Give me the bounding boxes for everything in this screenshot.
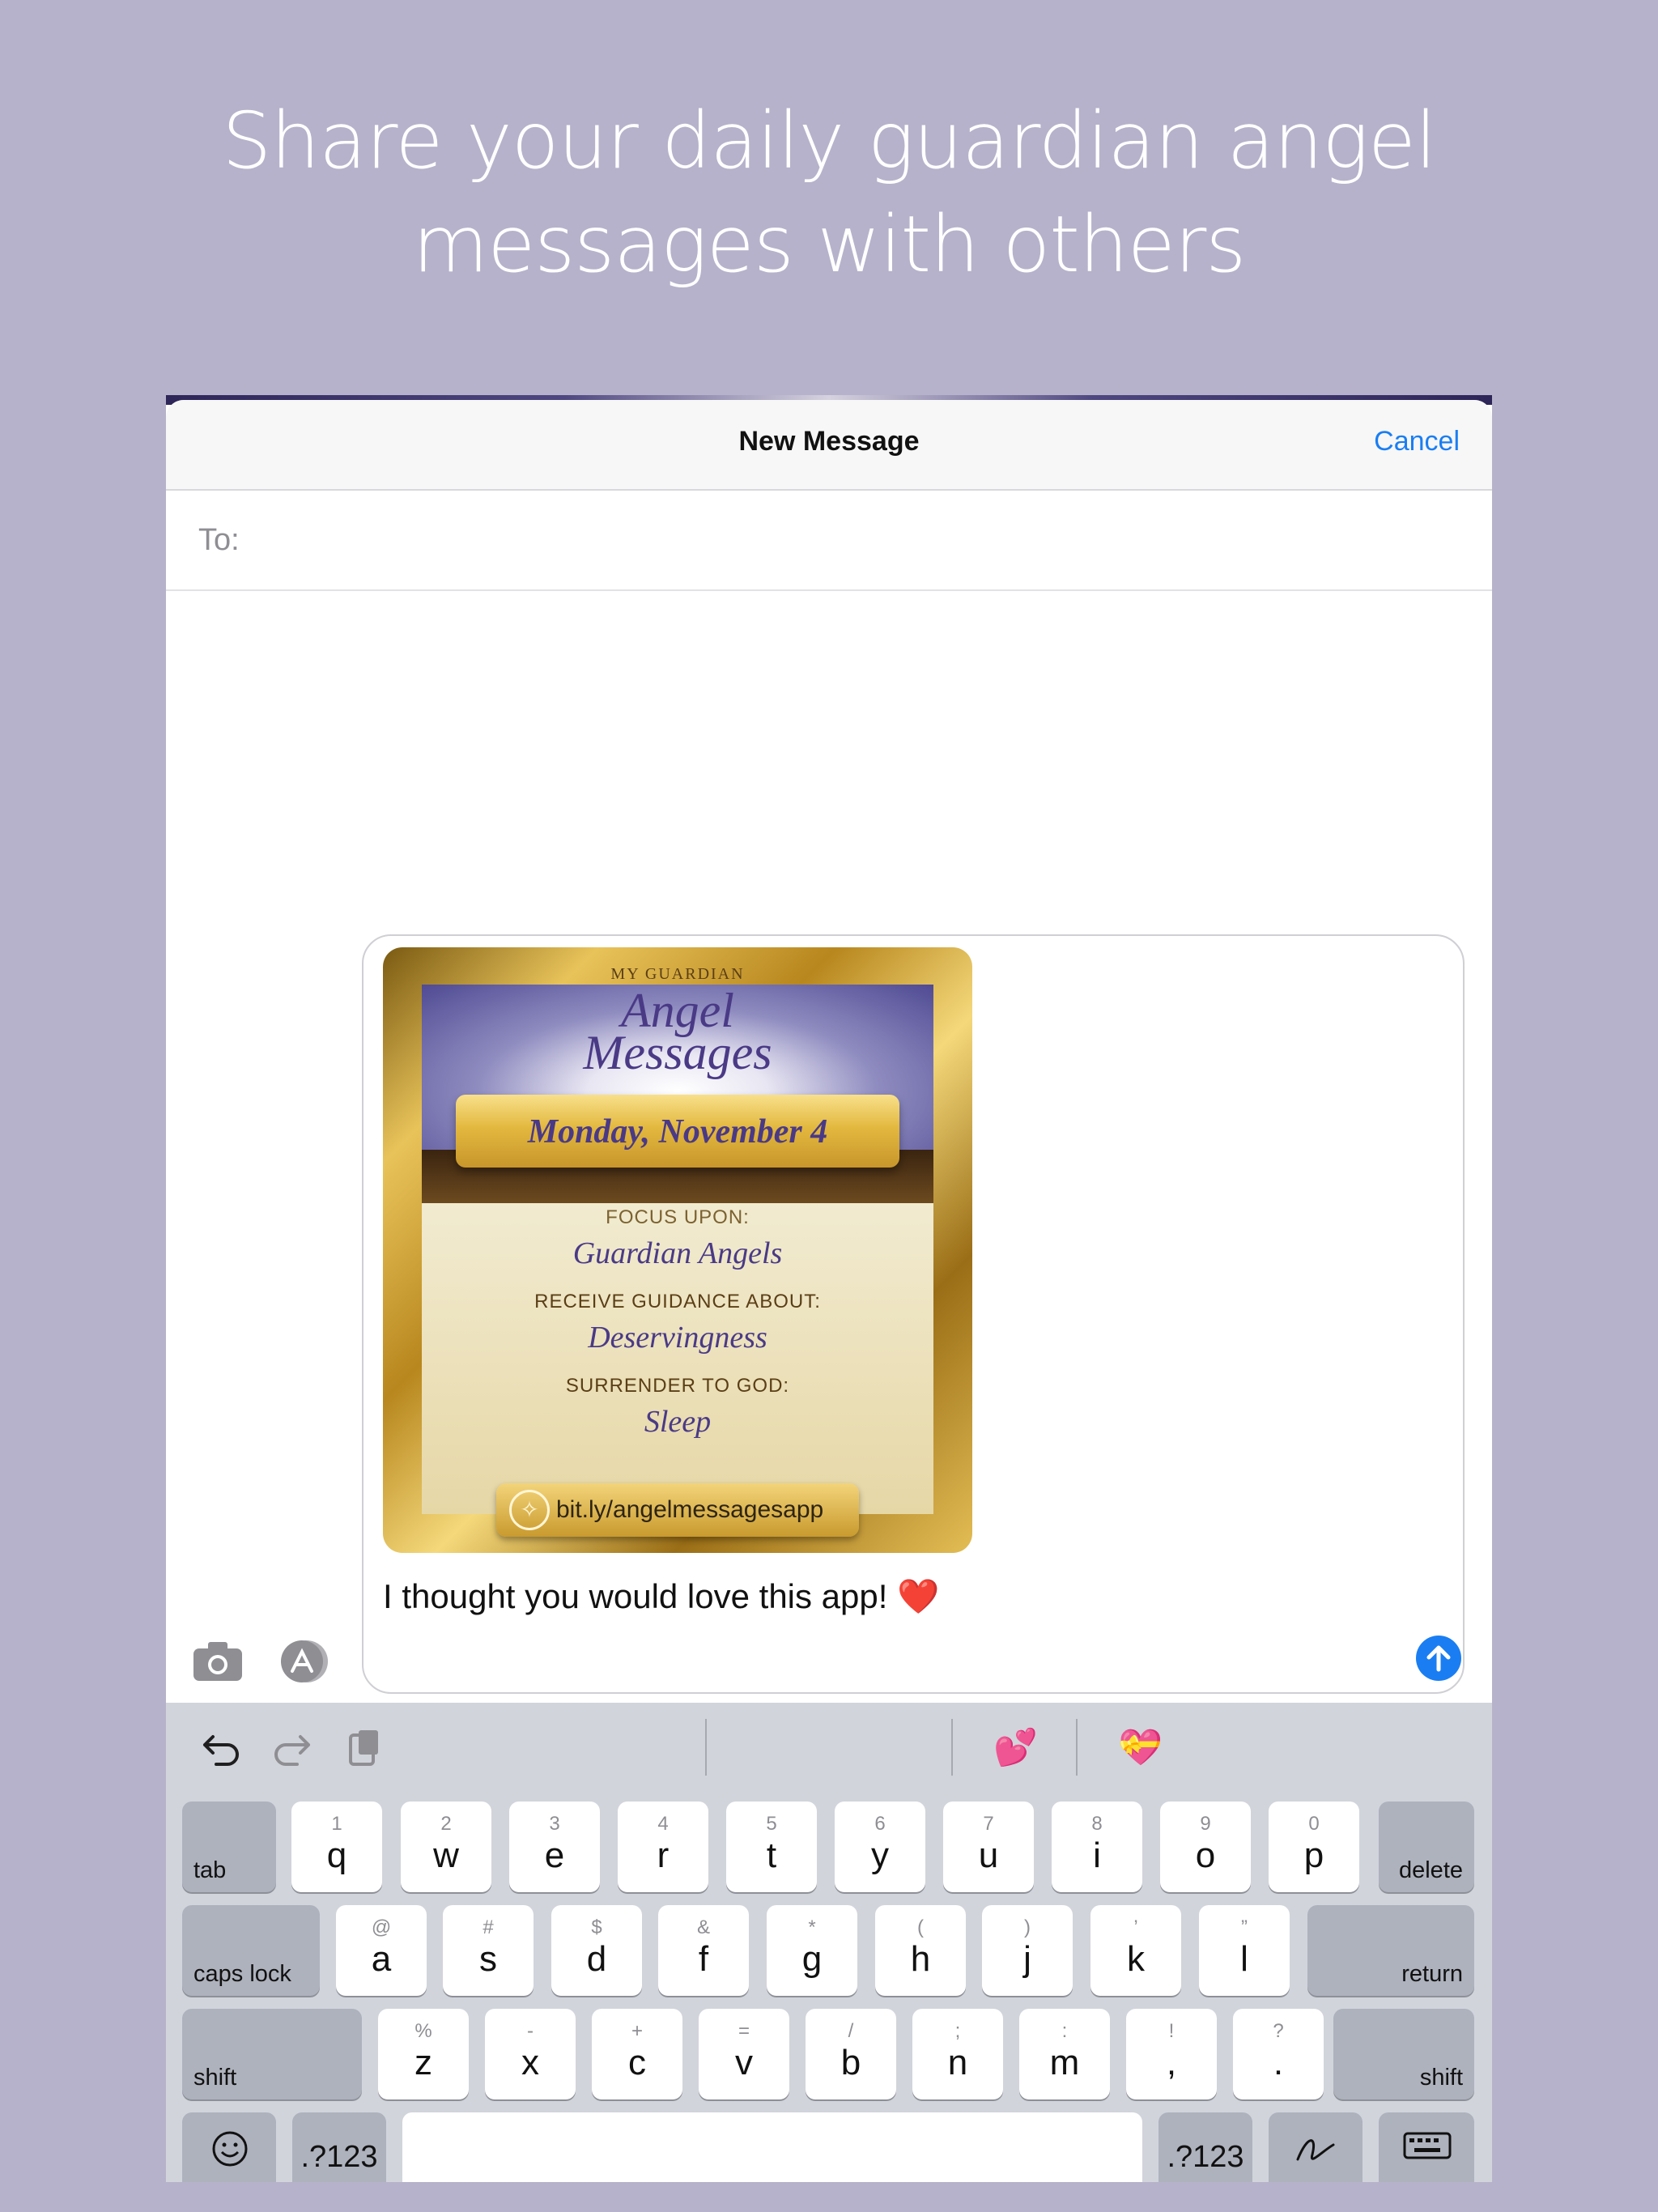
key-z[interactable]: % z (378, 2009, 469, 2099)
key-k[interactable]: ’ k (1090, 1905, 1181, 1996)
guidance-value: Deservingness (588, 1321, 767, 1355)
key-v[interactable]: = v (699, 2009, 789, 2099)
redo-icon[interactable] (270, 1725, 315, 1771)
key-e[interactable]: 3e (509, 1802, 600, 1892)
numbers-right-key[interactable]: .?123 (1158, 2112, 1252, 2182)
focus-label: FOCUS UPON: (606, 1206, 750, 1228)
compose-title: New Message (738, 426, 920, 457)
handwriting-icon (1296, 2139, 1335, 2161)
to-label: To: (198, 523, 240, 557)
surrender-label: SURRENDER TO GOD: (565, 1375, 790, 1397)
key-o[interactable]: 9o (1160, 1802, 1251, 1892)
key-r[interactable]: 4r (618, 1802, 708, 1892)
headline-line-1: Share your daily guardian angel (222, 96, 1436, 186)
space-key[interactable] (402, 2112, 1142, 2182)
emoji-icon (212, 2131, 248, 2167)
new-message-sheet: New Message Cancel To: MY GUARDIAN Angel… (166, 400, 1492, 2182)
key-period[interactable]: ?. (1233, 2009, 1324, 2099)
keyboard-shortcut-bar: 💕 💝 (166, 1703, 1492, 1790)
arrow-up-icon (1426, 1645, 1451, 1672)
key-p[interactable]: 0p (1269, 1802, 1359, 1892)
suggestion-1[interactable]: 💕 (993, 1724, 1038, 1772)
shift-left-key[interactable]: shift (182, 2009, 362, 2099)
numbers-left-key[interactable]: .?123 (292, 2112, 386, 2182)
focus-value: Guardian Angels (572, 1236, 783, 1270)
caps-lock-key[interactable]: caps lock (182, 1905, 320, 1996)
headline-line-2: messages with others (412, 199, 1247, 290)
key-a[interactable]: @ a (336, 1905, 427, 1996)
headline: Share your daily guardian angel messages… (0, 89, 1658, 296)
card-date: Monday, November 4 (527, 1113, 828, 1151)
key-i[interactable]: 8i (1052, 1802, 1142, 1892)
hide-keyboard-icon (1403, 2132, 1452, 2159)
key-comma[interactable]: !, (1126, 2009, 1217, 2099)
key-f[interactable]: & f (658, 1905, 749, 1996)
surrender-value: Sleep (644, 1405, 712, 1439)
hide-keyboard-key[interactable] (1379, 2112, 1474, 2182)
key-c[interactable]: + c (592, 2009, 682, 2099)
delete-key[interactable]: delete (1379, 1802, 1474, 1892)
key-x[interactable]: -x (485, 2009, 576, 2099)
app-store-icon[interactable] (278, 1639, 329, 1684)
logo-badge-icon: ✧ (509, 1490, 550, 1530)
undo-icon[interactable] (198, 1725, 244, 1771)
key-j[interactable]: ) j (982, 1905, 1073, 1996)
key-w[interactable]: 2w (401, 1802, 491, 1892)
key-s[interactable]: # s (443, 1905, 534, 1996)
key-q[interactable]: 1q (291, 1802, 382, 1892)
key-m[interactable]: :m (1019, 2009, 1110, 2099)
key-u[interactable]: 7u (943, 1802, 1034, 1892)
suggestion-2[interactable]: 💝 (1118, 1724, 1163, 1772)
card-link: bit.ly/angelmessagesapp (556, 1496, 824, 1523)
key-b[interactable]: / b (806, 2009, 896, 2099)
camera-icon[interactable] (192, 1639, 244, 1684)
key-g[interactable]: * g (767, 1905, 857, 1996)
guidance-label: RECEIVE GUIDANCE ABOUT: (534, 1291, 821, 1312)
return-key[interactable]: return (1307, 1905, 1474, 1996)
message-text[interactable]: I thought you would love this app! ❤️ (383, 1577, 939, 1617)
send-button[interactable] (1416, 1636, 1461, 1681)
key-l[interactable]: ” l (1199, 1905, 1290, 1996)
paste-icon[interactable] (341, 1725, 386, 1771)
angel-message-card-image: MY GUARDIAN Angel Messages Monday, Novem… (383, 947, 972, 1553)
key-n[interactable]: ; n (912, 2009, 1003, 2099)
software-keyboard: 💕 💝 tab 1q 2w 3e 4r 5t 6y 7u 8i 9o 0p de… (166, 1703, 1492, 2182)
key-d[interactable]: $ d (551, 1905, 642, 1996)
device-screen: New Message Cancel To: MY GUARDIAN Angel… (166, 395, 1492, 2182)
key-h[interactable]: (h (875, 1905, 966, 1996)
recipient-field[interactable]: To: (166, 491, 1492, 591)
message-input-bubble[interactable]: MY GUARDIAN Angel Messages Monday, Novem… (362, 934, 1465, 1694)
handwriting-key[interactable] (1269, 2112, 1363, 2182)
compose-navbar: New Message Cancel (166, 400, 1492, 491)
emoji-key[interactable] (182, 2112, 276, 2182)
cancel-button[interactable]: Cancel (1374, 426, 1460, 457)
card-logo: Angel Messages (583, 984, 772, 1079)
shift-right-key[interactable]: shift (1333, 2009, 1474, 2099)
card-logo-top: MY GUARDIAN (610, 965, 745, 983)
tab-key[interactable]: tab (182, 1802, 276, 1892)
key-t[interactable]: 5t (726, 1802, 817, 1892)
key-y[interactable]: 6y (835, 1802, 925, 1892)
